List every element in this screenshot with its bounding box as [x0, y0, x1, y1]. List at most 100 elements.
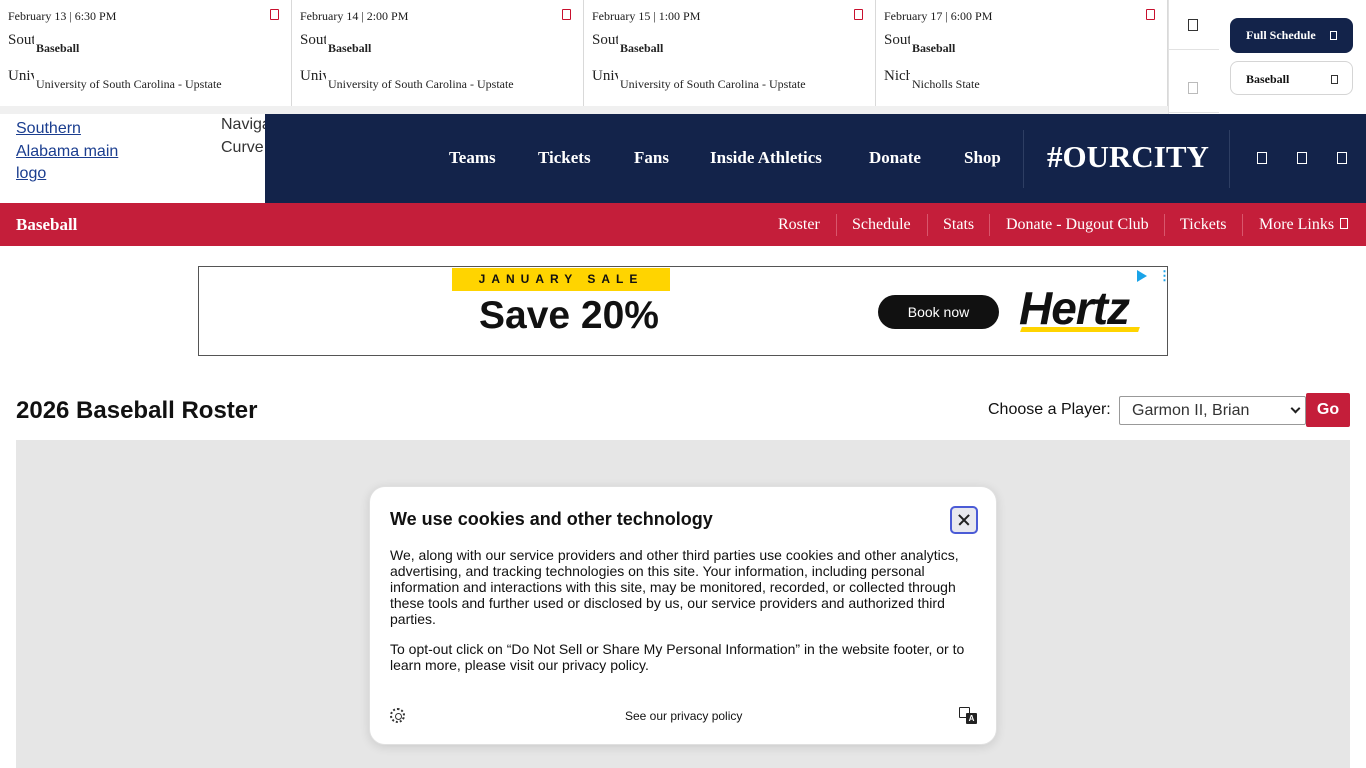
subnav-item-more-links[interactable]: More Links	[1259, 216, 1334, 234]
go-button[interactable]: Go	[1306, 393, 1350, 427]
team-logo: Sout	[300, 34, 326, 48]
chevron-down-icon	[1340, 218, 1348, 229]
nav-divider	[1023, 130, 1024, 188]
nav-item-donate[interactable]: Donate	[869, 148, 921, 168]
away-team-name: University of South Carolina - Upstate	[328, 77, 514, 91]
away-team-name: University of South Carolina - Upstate	[620, 77, 806, 91]
game-date: February 13 | 6:30 PM	[8, 9, 117, 23]
sport-subnav: Baseball Roster Schedule Stats Donate - …	[0, 203, 1366, 246]
sport-select[interactable]: Baseball	[1230, 61, 1353, 95]
full-schedule-button[interactable]: Full Schedule	[1230, 18, 1353, 53]
nav-item-shop[interactable]: Shop	[964, 148, 1001, 168]
cookie-dialog-optout-text: To opt-out click on “Do Not Sell or Shar…	[390, 641, 965, 673]
chevron-down-icon	[1331, 75, 1338, 84]
home-team-row: Sout Baseball	[592, 34, 868, 62]
language-translate-icon[interactable]: A	[959, 707, 977, 724]
ourcity-tagline[interactable]: #OURCITY	[1047, 139, 1209, 175]
game-card[interactable]: February 17 | 6:00 PM Sout Baseball Nich…	[876, 0, 1168, 106]
chevron-down-icon	[1290, 403, 1301, 414]
ad-headline: Save 20%	[479, 294, 659, 337]
subnav-item-roster[interactable]: Roster	[778, 216, 820, 234]
subnav-divider	[1164, 214, 1165, 236]
away-team-row: Univ University of South Carolina - Upst…	[8, 70, 284, 98]
logo-area: Southern Alabama main logo Navigation Cu…	[0, 114, 265, 203]
subnav-divider	[927, 214, 928, 236]
nav-item-teams[interactable]: Teams	[449, 148, 496, 168]
game-card[interactable]: February 14 | 2:00 PM Sout Baseball Univ…	[292, 0, 584, 106]
search-icon[interactable]	[1257, 152, 1267, 164]
subnav-divider	[836, 214, 837, 236]
home-team-row: Sout Baseball	[884, 34, 1160, 62]
ad-brand-underline	[1020, 327, 1140, 332]
home-team-row: Sout Baseball	[8, 34, 284, 62]
calendar-icon[interactable]	[854, 9, 863, 20]
team-logo: Sout	[592, 34, 618, 48]
team-logo: Univ	[8, 70, 34, 84]
subnav-item-tickets[interactable]: Tickets	[1180, 216, 1227, 234]
away-team-name: Nicholls State	[912, 77, 980, 91]
choose-player-label: Choose a Player:	[988, 401, 1111, 418]
home-team-name: Baseball	[912, 41, 956, 55]
calendar-icon[interactable]	[270, 9, 279, 20]
player-select-value: Garmon II, Brian	[1132, 402, 1250, 419]
away-team-row: Univ University of South Carolina - Upst…	[300, 70, 576, 98]
calendar-icon[interactable]	[1146, 9, 1155, 20]
calendar-icon[interactable]	[562, 9, 571, 20]
subnav-item-schedule[interactable]: Schedule	[852, 216, 911, 234]
home-team-name: Baseball	[36, 41, 80, 55]
player-select[interactable]: Garmon II, Brian	[1119, 396, 1306, 425]
main-navigation: Southern Alabama main logo Navigation Cu…	[0, 114, 1366, 203]
close-button[interactable]	[950, 506, 978, 534]
sport-select-label: Baseball	[1246, 72, 1290, 86]
cookie-dialog-title: We use cookies and other technology	[390, 509, 713, 529]
schedule-prev-button[interactable]	[1169, 63, 1219, 113]
schedule-scroll-controls	[1168, 0, 1219, 114]
nav-item-fans[interactable]: Fans	[634, 148, 669, 168]
nav-divider	[1229, 130, 1230, 188]
subnav-divider	[989, 214, 990, 236]
game-date: February 15 | 1:00 PM	[592, 9, 701, 23]
game-date: February 17 | 6:00 PM	[884, 9, 993, 23]
arrow-icon	[1188, 19, 1198, 31]
full-schedule-label: Full Schedule	[1246, 28, 1316, 42]
away-team-row: Nich Nicholls State	[884, 70, 1160, 98]
privacy-policy-link[interactable]: See our privacy policy	[625, 709, 742, 723]
nav-item-inside-athletics[interactable]: Inside Athletics	[710, 148, 822, 168]
home-team-row: Sout Baseball	[300, 34, 576, 62]
home-team-name: Baseball	[328, 41, 372, 55]
calendar-icon	[1330, 31, 1337, 40]
away-team-name: University of South Carolina - Upstate	[36, 77, 222, 91]
subnav-item-stats[interactable]: Stats	[943, 216, 974, 234]
page-title: 2026 Baseball Roster	[16, 397, 258, 424]
advertisement-banner[interactable]: JANUARY SALE Save 20% Book now Hertz ⋮	[198, 266, 1171, 356]
navigation-curve: Navigation Curve	[221, 116, 265, 156]
subnav-divider	[1242, 214, 1243, 236]
team-logo: Sout	[8, 34, 34, 48]
team-logo: Univ	[592, 70, 618, 84]
cookie-consent-dialog: We use cookies and other technology We, …	[369, 486, 997, 745]
game-card[interactable]: February 13 | 6:30 PM Sout Baseball Univ…	[0, 0, 292, 106]
adchoices-icon[interactable]	[1137, 270, 1147, 282]
translate-glyph-front: A	[966, 713, 977, 724]
team-logo: Nich	[884, 70, 910, 84]
ad-book-now-button[interactable]: Book now	[878, 295, 999, 329]
user-icon[interactable]	[1297, 152, 1307, 164]
schedule-next-button[interactable]	[1169, 0, 1219, 50]
schedule-strip-footer	[0, 106, 1168, 114]
game-date: February 14 | 2:00 PM	[300, 9, 409, 23]
subnav-item-donate-dugout-club[interactable]: Donate - Dugout Club	[1006, 216, 1149, 234]
ad-sale-tag: JANUARY SALE	[452, 268, 670, 291]
cookie-dialog-text: We, along with our service providers and…	[390, 547, 959, 627]
arrow-icon	[1188, 82, 1198, 94]
team-logo: Sout	[884, 34, 910, 48]
sport-title[interactable]: Baseball	[16, 215, 77, 235]
ad-options-icon[interactable]: ⋮	[1158, 268, 1171, 284]
nav-item-tickets[interactable]: Tickets	[538, 148, 591, 168]
main-logo[interactable]: Southern Alabama main logo	[16, 118, 136, 186]
team-logo: Univ	[300, 70, 326, 84]
settings-gear-icon[interactable]	[390, 708, 405, 723]
away-team-row: Univ University of South Carolina - Upst…	[592, 70, 868, 98]
home-team-name: Baseball	[620, 41, 664, 55]
game-card[interactable]: February 15 | 1:00 PM Sout Baseball Univ…	[584, 0, 876, 106]
menu-icon[interactable]	[1337, 152, 1347, 164]
